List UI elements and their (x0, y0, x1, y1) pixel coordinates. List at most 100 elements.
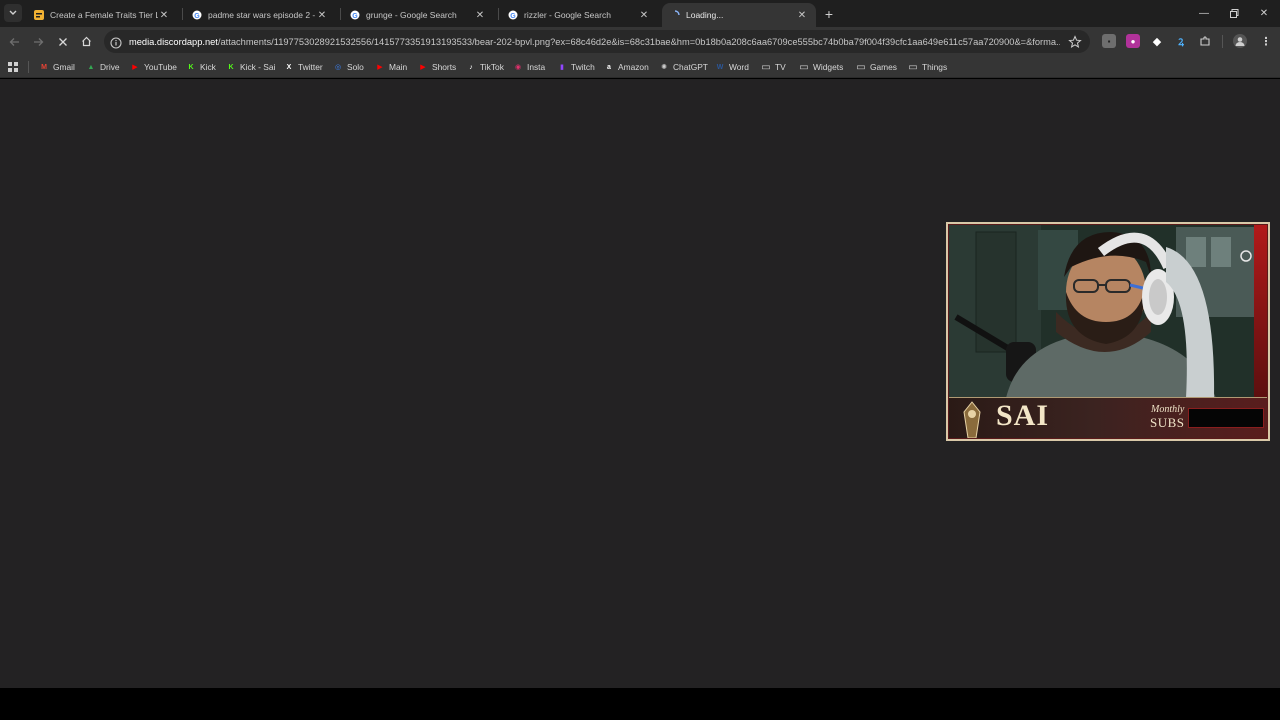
chevron-down-icon (9, 10, 17, 15)
bookmark-main[interactable]: ▶ Main (375, 59, 407, 75)
bookmark-label: Amazon (618, 62, 649, 72)
menu-kebab-icon[interactable]: ⋮ (1259, 34, 1273, 48)
twitch-icon: ▮ (560, 64, 564, 71)
bookmark-kick[interactable]: K Kick (186, 59, 216, 75)
bookmark-label: Twitch (571, 62, 595, 72)
restore-icon[interactable] (1226, 5, 1242, 21)
webcam-overlay: SAI Monthly SUBS (946, 222, 1270, 441)
bookmark-tv[interactable]: ▭ TV (761, 59, 785, 75)
tab-divider (182, 8, 183, 20)
bookmark-label: Word (729, 62, 749, 72)
close-icon[interactable]: ✕ (796, 9, 808, 21)
close-icon[interactable]: ✕ (474, 9, 486, 21)
forward-button[interactable] (30, 33, 47, 50)
apps-grid-button[interactable] (8, 59, 18, 75)
bookmark-gmail[interactable]: M Gmail (39, 59, 75, 75)
bookmark-label: ChatGPT (673, 62, 708, 72)
bookmark-label: Main (389, 62, 408, 72)
tab-grunge-search[interactable]: G grunge - Google Search ✕ (342, 3, 494, 27)
tab-title: grunge - Google Search (366, 10, 457, 20)
profile-avatar[interactable] (1233, 34, 1247, 48)
bookmarks-divider (28, 61, 29, 73)
minimize-icon[interactable]: — (1196, 5, 1212, 21)
bookmark-twitch[interactable]: ▮ Twitch (557, 59, 595, 75)
bookmark-label: Shorts (432, 62, 457, 72)
bookmark-label: Drive (100, 62, 120, 72)
bookmark-kick-sai[interactable]: K Kick - Sai (226, 59, 275, 75)
site-info-icon[interactable] (110, 36, 122, 49)
google-icon: G (350, 10, 360, 20)
tab-padme-search[interactable]: G padme star wars episode 2 - Go ✕ (184, 3, 336, 27)
bookmark-twitter[interactable]: X Twitter (284, 59, 323, 75)
x-icon: X (286, 63, 292, 71)
tab-loading[interactable]: Loading... ✕ (662, 3, 816, 27)
bookmark-label: Kick (200, 62, 216, 72)
bookmark-things[interactable]: ▭ Things (908, 59, 947, 75)
arrow-left-icon (9, 37, 19, 46)
folder-icon: ▭ (761, 61, 771, 73)
instagram-icon: ◉ (514, 64, 522, 71)
google-icon: G (192, 10, 202, 20)
folder-icon: ▭ (856, 61, 866, 73)
address-bar[interactable]: media.discordapp.net/attachments/1197753… (104, 30, 1090, 53)
bookmark-drive[interactable]: ▲ Drive (86, 59, 120, 75)
tab-tier-list[interactable]: Create a Female Traits Tier List ✕ (26, 3, 178, 27)
tab-search-button[interactable] (4, 4, 22, 22)
bookmark-label: Gmail (53, 62, 75, 72)
tab-divider (340, 8, 341, 20)
overlay-frame (946, 222, 1270, 441)
word-icon: W (716, 63, 724, 71)
tab-title: padme star wars episode 2 - Go (208, 10, 316, 20)
extension-icon[interactable]: ◆ (1150, 34, 1164, 48)
bookmark-solo[interactable]: ◎ Solo (333, 59, 364, 75)
stop-icon (58, 37, 67, 46)
window-close-icon[interactable]: ✕ (1256, 5, 1272, 21)
close-icon[interactable]: ✕ (638, 9, 650, 21)
bottom-black-bar (0, 688, 1280, 720)
svg-text:G: G (194, 13, 200, 20)
home-button[interactable] (78, 33, 95, 50)
bookmark-tiktok[interactable]: ♪ TikTok (466, 59, 504, 75)
bookmark-label: Widgets (813, 62, 844, 72)
bookmark-label: Insta (527, 62, 546, 72)
bookmark-word[interactable]: W Word (715, 59, 749, 75)
close-icon[interactable]: ✕ (316, 9, 328, 21)
tab-strip: Create a Female Traits Tier List ✕ G pad… (0, 0, 1280, 27)
bookmark-label: Solo (347, 62, 364, 72)
tab-title: Create a Female Traits Tier List (50, 10, 158, 20)
bookmark-youtube[interactable]: ▶ YouTube (130, 59, 177, 75)
back-button[interactable] (6, 33, 23, 50)
bookmark-widgets[interactable]: ▭ Widgets (799, 59, 843, 75)
stop-loading-button[interactable] (54, 33, 71, 50)
bookmark-label: Games (870, 62, 897, 72)
kick-icon: K (188, 63, 194, 71)
google-icon: G (508, 10, 518, 20)
bookmark-games[interactable]: ▭ Games (856, 59, 897, 75)
bookmark-label: YouTube (144, 62, 177, 72)
bookmark-insta[interactable]: ◉ Insta (513, 59, 545, 75)
bookmark-shorts[interactable]: ▶ Shorts (418, 59, 456, 75)
toolbar-divider (1222, 35, 1223, 48)
extensions-puzzle-icon[interactable] (1198, 34, 1212, 48)
tab-rizzler-search[interactable]: G rizzler - Google Search ✕ (500, 3, 658, 27)
bookmark-chatgpt[interactable]: ✺ ChatGPT (659, 59, 708, 75)
extension-icon[interactable]: Ꝝ (1174, 34, 1188, 48)
url-text: media.discordapp.net/attachments/1197753… (129, 37, 1060, 47)
close-icon[interactable]: ✕ (158, 9, 170, 21)
bookmark-label: Twitter (298, 62, 323, 72)
tab-title: rizzler - Google Search (524, 10, 611, 20)
bookmark-amazon[interactable]: a Amazon (604, 59, 649, 75)
bookmark-star-icon[interactable] (1068, 34, 1082, 49)
kick-icon: K (228, 63, 234, 71)
bookmark-label: TikTok (480, 62, 504, 72)
url-path: /attachments/1197753028921532556/1415773… (217, 36, 1060, 47)
extension-icon[interactable]: ▪ (1102, 34, 1116, 48)
folder-icon: ▭ (908, 61, 918, 73)
loading-spinner-icon (670, 10, 680, 20)
svg-text:G: G (352, 13, 358, 20)
url-host: media.discordapp.net (129, 36, 218, 47)
tab-divider (498, 8, 499, 20)
extension-icon[interactable]: ● (1126, 34, 1140, 48)
new-tab-button[interactable]: + (821, 6, 837, 22)
tab-title: Loading... (686, 10, 724, 20)
